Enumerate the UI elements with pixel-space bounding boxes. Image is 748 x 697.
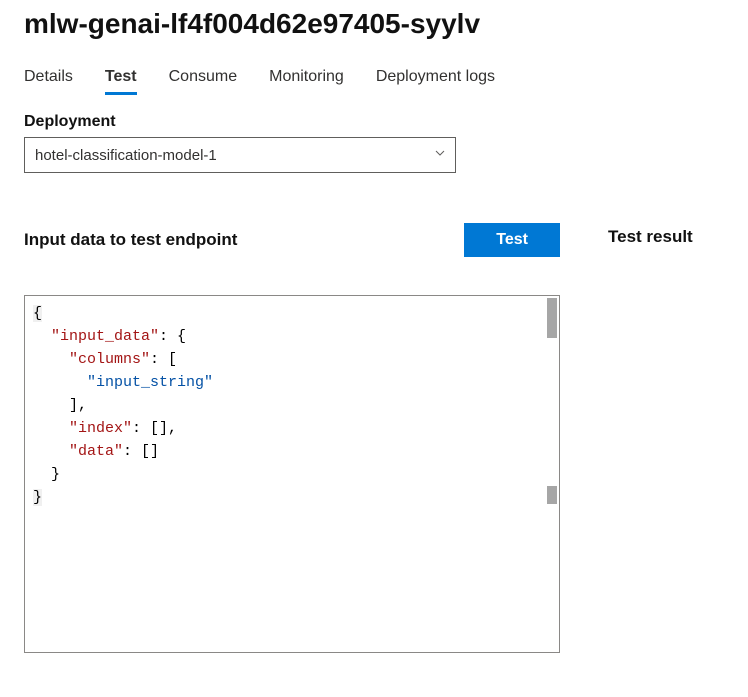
test-result-heading: Test result	[608, 227, 693, 247]
deployment-label: Deployment	[24, 113, 724, 131]
scrollbar-thumb[interactable]	[547, 298, 557, 338]
deployment-dropdown[interactable]: hotel-classification-model-1	[24, 137, 456, 173]
tab-consume[interactable]: Consume	[169, 68, 237, 95]
editor-scrollbar-vertical[interactable]	[545, 296, 559, 652]
tab-monitoring[interactable]: Monitoring	[269, 68, 344, 95]
input-data-heading: Input data to test endpoint	[24, 230, 237, 250]
input-json-editor[interactable]: { "input_data": { "columns": [ "input_st…	[24, 295, 560, 653]
tab-details[interactable]: Details	[24, 68, 73, 95]
scrollbar-thumb[interactable]	[547, 486, 557, 504]
tab-test[interactable]: Test	[105, 68, 137, 95]
test-button[interactable]: Test	[464, 223, 560, 257]
page-title: mlw-genai-lf4f004d62e97405-syylv	[24, 8, 724, 40]
tab-deployment-logs[interactable]: Deployment logs	[376, 68, 495, 95]
tabs: Details Test Consume Monitoring Deployment l…	[24, 68, 724, 95]
deployment-selected-value: hotel-classification-model-1	[24, 137, 456, 173]
